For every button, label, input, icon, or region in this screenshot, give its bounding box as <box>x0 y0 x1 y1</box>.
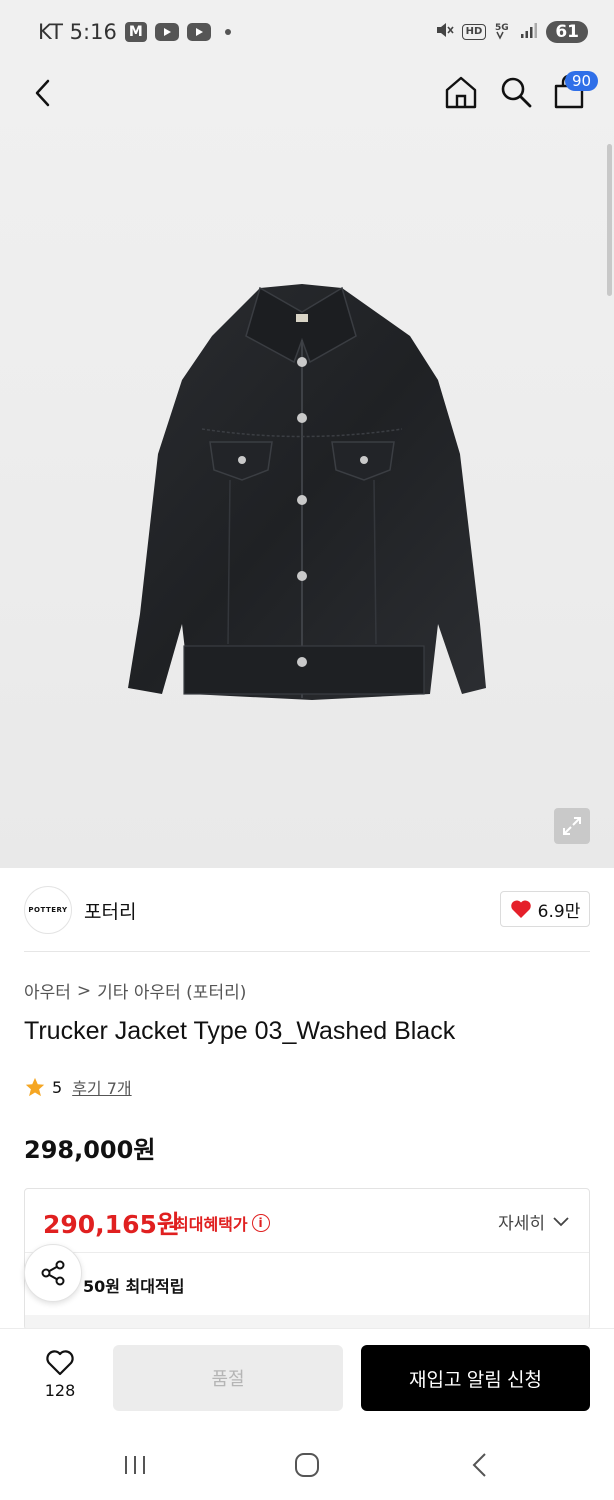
rating-score: 5 <box>52 1077 63 1097</box>
brand-name[interactable]: 포터리 <box>84 897 136 924</box>
youtube-icon <box>186 23 211 41</box>
home-button[interactable] <box>443 74 479 110</box>
detail-toggle-button[interactable]: 자세히 <box>498 1209 569 1234</box>
recent-apps-button[interactable] <box>117 1450 153 1480</box>
max-benefit-price: 290,165원 <box>43 1210 180 1239</box>
status-right: HD 5G 61 <box>434 20 588 43</box>
rating: 5 후기 7개 <box>24 1075 132 1099</box>
brand-like-count: 6.9만 <box>537 901 581 922</box>
expand-image-button[interactable] <box>554 808 590 844</box>
max-points: 50원 최대적립 <box>83 1277 185 1296</box>
more-notifications-dot-icon <box>224 29 231 35</box>
back-arrow-icon <box>35 79 50 107</box>
divider <box>24 951 590 952</box>
heart-outline-icon <box>46 1350 74 1376</box>
scrollbar[interactable] <box>607 144 612 296</box>
brand-logo[interactable]: POTTERY <box>24 886 72 934</box>
max-benefit-label: 최대혜택가 i <box>174 1211 270 1235</box>
m-notification-icon: M <box>124 22 147 42</box>
wishlist-count: 128 <box>44 1381 76 1400</box>
cart-count-badge: 90 <box>565 71 599 91</box>
brand-logo-text: POTTERY <box>28 906 68 914</box>
expand-icon <box>563 817 581 835</box>
android-navigation-bar <box>0 1432 614 1500</box>
bottom-action-bar: 128 품절 재입고 알림 신청 <box>0 1328 614 1432</box>
share-icon <box>41 1260 65 1286</box>
detail-toggle-label: 자세히 <box>498 1214 545 1234</box>
benefit-price-row: 290,165원 최대혜택가 i 자세히 <box>25 1189 589 1253</box>
mute-icon <box>434 20 454 43</box>
review-link[interactable]: 후기 7개 <box>72 1075 131 1099</box>
back-chevron-icon <box>472 1453 486 1477</box>
back-nav-button[interactable] <box>462 1450 498 1480</box>
svg-text:5G: 5G <box>495 23 509 33</box>
product-image-area[interactable]: 90 <box>0 64 614 868</box>
brand-row: POTTERY 포터리 6.9만 <box>0 868 614 952</box>
5g-signal-icon: 5G <box>494 20 512 43</box>
info-icon[interactable]: i <box>251 1214 270 1232</box>
breadcrumb-category[interactable]: 아우터 <box>24 978 71 1003</box>
hd-voice-icon: HD <box>461 23 487 40</box>
recent-apps-icon <box>125 1456 145 1474</box>
status-left: KT 5:16 M <box>38 20 231 44</box>
home-circle-icon <box>295 1453 319 1477</box>
star-icon <box>25 1077 45 1097</box>
breadcrumb-separator: > <box>76 980 92 1001</box>
home-nav-button[interactable] <box>289 1450 325 1480</box>
cell-signal-icon <box>520 21 538 42</box>
status-bar: KT 5:16 M HD 5G 61 <box>0 0 614 64</box>
product-title: Trucker Jacket Type 03_Washed Black <box>24 1017 456 1045</box>
heart-filled-icon <box>510 900 531 918</box>
product-price: 298,000원 <box>24 1136 156 1164</box>
wishlist-button[interactable]: 128 <box>30 1349 90 1409</box>
carrier-time: KT 5:16 <box>38 20 117 44</box>
brand-like-button[interactable]: 6.9만 <box>500 891 590 927</box>
max-benefit-label-text: 최대혜택가 <box>174 1215 248 1234</box>
benefit-box: 290,165원 최대혜택가 i 자세히 50원 최대적립 <box>24 1188 590 1330</box>
youtube-icon <box>154 23 179 41</box>
restock-alert-button[interactable]: 재입고 알림 신청 <box>361 1345 590 1411</box>
sold-out-button: 품절 <box>113 1345 343 1411</box>
search-icon <box>501 77 532 108</box>
chevron-down-icon <box>553 1216 569 1226</box>
breadcrumb: 아우터 > 기타 아우터 (포터리) <box>24 978 246 1004</box>
breadcrumb-subcategory[interactable]: 기타 아우터 (포터리) <box>97 978 246 1003</box>
search-button[interactable] <box>498 74 534 110</box>
battery-indicator: 61 <box>546 20 588 43</box>
product-jacket-image[interactable] <box>120 284 500 724</box>
share-button[interactable] <box>24 1244 82 1302</box>
home-icon <box>445 76 477 109</box>
back-button[interactable] <box>26 76 60 110</box>
